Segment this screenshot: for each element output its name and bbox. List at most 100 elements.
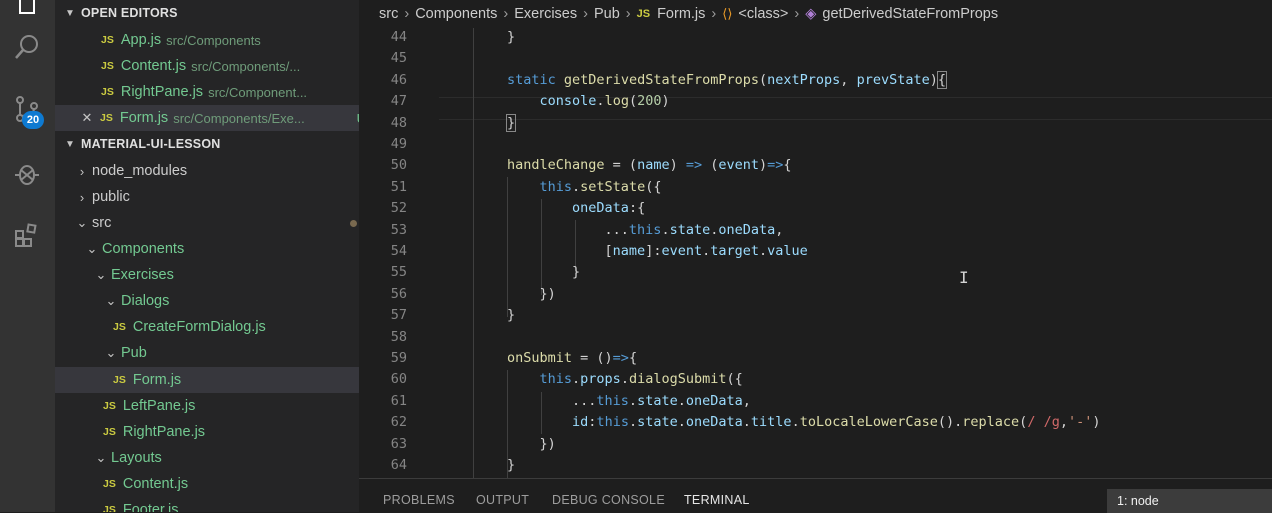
code-line: this.props.dialogSubmit({ xyxy=(539,371,743,388)
breadcrumb: src › Components › Exercises › Pub › JS Form… xyxy=(379,6,999,22)
js-file-icon: JS xyxy=(103,478,116,490)
tree-folder[interactable]: › public xyxy=(55,184,359,210)
code-line: this.setState({ xyxy=(539,178,662,195)
breadcrumb-item[interactable]: <class> xyxy=(738,6,788,22)
breadcrumb-item[interactable]: Pub xyxy=(594,6,620,22)
explorer-icon[interactable] xyxy=(10,0,44,22)
chevron-down-icon: ▼ xyxy=(64,138,76,150)
breadcrumb-item[interactable]: Exercises xyxy=(514,6,577,22)
code-line: onSubmit = ()=>{ xyxy=(507,350,638,366)
indent-guide xyxy=(473,28,474,478)
line-number: 44 xyxy=(390,29,407,45)
line-number: 60 xyxy=(390,371,407,388)
line-number: 50 xyxy=(390,157,407,174)
modified-dot xyxy=(350,219,357,227)
chevron-down-icon: ⌄ xyxy=(105,345,117,360)
tree-folder[interactable]: ⌄ Pub xyxy=(55,340,359,366)
tree-folder[interactable]: ⌄ Exercises xyxy=(55,262,359,288)
breadcrumb-item[interactable]: src xyxy=(379,6,398,22)
open-editors-header[interactable]: ▼ OPEN EDITORS xyxy=(55,0,359,26)
code-line: console.log(200) xyxy=(539,93,670,110)
tree-file[interactable]: JS Footer.js xyxy=(55,497,359,512)
tree-folder[interactable]: ⌄ Layouts xyxy=(55,445,359,471)
tree-file[interactable]: JS LeftPane.js U xyxy=(55,393,359,419)
open-editor-item[interactable]: JS Content.js src/Components/... U xyxy=(55,53,359,79)
breadcrumb-item[interactable]: Components xyxy=(415,6,497,22)
line-number: 63 xyxy=(390,435,407,452)
line-number: 56 xyxy=(390,285,407,302)
source-control-badge: 20 xyxy=(22,111,44,129)
debug-icon[interactable] xyxy=(10,156,44,190)
line-number: 53 xyxy=(390,221,407,238)
js-file-icon: JS xyxy=(100,112,113,124)
js-file-icon: JS xyxy=(636,8,651,20)
tab-problems[interactable]: PROBLEMS xyxy=(383,493,455,507)
breadcrumb-item[interactable]: getDerivedStateFromProps xyxy=(822,6,998,22)
tree-file[interactable]: JS CreateFormDialog.js U xyxy=(55,314,359,340)
code-line: }) xyxy=(507,435,556,452)
line-number: 59 xyxy=(390,350,407,366)
search-icon[interactable] xyxy=(10,30,44,64)
chevron-down-icon: ▼ xyxy=(64,7,76,19)
tree-folder[interactable]: ⌄ Dialogs xyxy=(55,288,359,314)
line-number: 45 xyxy=(390,50,407,67)
extensions-icon[interactable] xyxy=(10,218,44,252)
js-file-icon: JS xyxy=(101,86,114,98)
activity-bar: 20 xyxy=(0,0,55,512)
chevron-down-icon: ⌄ xyxy=(95,450,107,465)
line-number: 49 xyxy=(390,136,407,152)
line-number: 62 xyxy=(390,414,407,431)
line-number: 48 xyxy=(390,114,407,131)
tree-folder[interactable]: ⌄ Components xyxy=(55,236,359,262)
js-file-icon: JS xyxy=(103,426,116,438)
close-icon[interactable]: ✕ xyxy=(80,110,94,126)
code-line: ...this.state.oneData, xyxy=(507,392,751,409)
text-cursor-icon: I xyxy=(959,268,969,287)
code-line: ...this.state.oneData, xyxy=(507,221,784,238)
line-number: 51 xyxy=(390,178,407,195)
terminal-select[interactable]: 1: node xyxy=(1107,489,1272,513)
code-line: [name]:event.target.value xyxy=(507,243,808,259)
open-editor-item[interactable]: JS RightPane.js src/Component... U xyxy=(55,79,359,105)
code-line: handleChange = (name) => (event)=>{ xyxy=(507,157,792,174)
line-number: 58 xyxy=(390,328,407,345)
code-line: }) xyxy=(507,285,556,302)
chevron-right-icon: › xyxy=(79,189,85,205)
bottom-panel: PROBLEMS OUTPUT DEBUG CONSOLE TERMINAL 1… xyxy=(359,478,1272,513)
chevron-down-icon: ⌄ xyxy=(105,293,117,308)
code-line: } xyxy=(507,457,516,473)
explorer-sidebar: ▼ OPEN EDITORS JS App.js src/Components … xyxy=(55,0,359,512)
line-number: 47 xyxy=(390,93,407,110)
code-line: static getDerivedStateFromProps(nextProp… xyxy=(507,70,948,89)
code-editor[interactable]: 44 45 46 47 48 49 50 51 52 53 54 55 56 5… xyxy=(359,28,1272,478)
tree-folder[interactable]: ⌄ src xyxy=(55,210,359,236)
tree-file[interactable]: JS Content.js U xyxy=(55,471,359,497)
project-header[interactable]: ▼ MATERIAL-UI-LESSON xyxy=(55,131,359,157)
tree-file-selected[interactable]: JS Form.js U xyxy=(55,367,359,393)
code-line: oneData:{ xyxy=(572,200,646,217)
js-file-icon: JS xyxy=(103,504,116,512)
open-editor-item-active[interactable]: ✕ JS Form.js src/Components/Exe... U xyxy=(55,105,359,131)
line-number: 55 xyxy=(390,264,407,281)
line-number: 54 xyxy=(390,243,407,259)
chevron-down-icon: ⌄ xyxy=(76,215,88,230)
line-number: 57 xyxy=(390,307,407,324)
editor-area: src › Components › Exercises › Pub › JS Form… xyxy=(359,0,1272,478)
breadcrumb-item[interactable]: Form.js xyxy=(657,6,705,22)
tab-output[interactable]: OUTPUT xyxy=(476,493,529,507)
tab-terminal[interactable]: TERMINAL xyxy=(684,493,750,507)
class-icon: ⟨⟩ xyxy=(722,6,733,21)
chevron-down-icon: ⌄ xyxy=(95,267,107,282)
tree-folder[interactable]: › node_modules xyxy=(55,158,359,184)
tree-file[interactable]: JS RightPane.js U xyxy=(55,419,359,445)
line-number: 46 xyxy=(390,71,407,88)
line-number: 64 xyxy=(390,457,407,473)
line-number: 52 xyxy=(390,200,407,217)
code-line: } xyxy=(507,29,516,45)
open-editor-item[interactable]: JS App.js src/Components U xyxy=(55,27,359,53)
method-icon: ◈ xyxy=(805,6,817,22)
tab-debug-console[interactable]: DEBUG CONSOLE xyxy=(552,493,665,507)
js-file-icon: JS xyxy=(101,34,114,46)
js-file-icon: JS xyxy=(113,374,126,386)
code-line: } xyxy=(505,113,517,132)
